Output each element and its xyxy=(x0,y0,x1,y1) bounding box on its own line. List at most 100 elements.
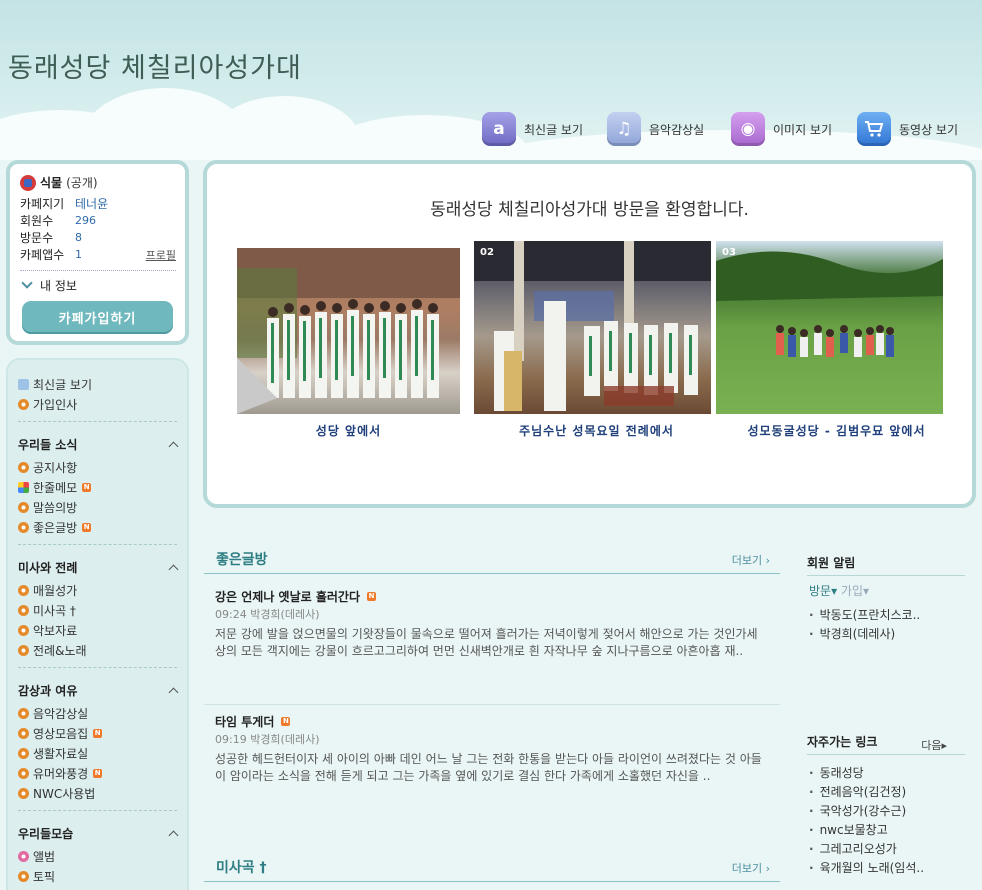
photo-caption[interactable]: 성당 앞에서 xyxy=(237,422,460,439)
board-title[interactable]: 미사곡 † xyxy=(216,857,267,877)
list-item[interactable]: 박동도(프란치스코.. xyxy=(809,605,921,624)
welcome-box: 동래성당 체칠리아성가대 방문을 환영합니다. 성당 앞에서 02 주님수난 성… xyxy=(203,160,976,508)
menu-item-monthly-hymn[interactable]: 매월성가 xyxy=(18,580,187,600)
nav-videos[interactable]: 동영상 보기 xyxy=(857,112,958,146)
list-item[interactable]: 박경희(데레사) xyxy=(809,624,920,643)
menu-item-mass-song[interactable]: 미사곡 † xyxy=(18,600,187,620)
menu-item-sheet-music[interactable]: 악보자료 xyxy=(18,620,187,640)
tab-join[interactable]: 가입▾ xyxy=(841,584,869,598)
menu-section-leisure[interactable]: 감상과 여유 xyxy=(18,680,187,700)
menu-item-humor[interactable]: 유머와풍경 N xyxy=(18,763,187,783)
nav-new-posts[interactable]: a 최신글 보기 xyxy=(482,112,583,146)
menu-item-memo[interactable]: 한줄메모 N xyxy=(18,477,187,497)
nav-images[interactable]: ◉ 이미지 보기 xyxy=(731,112,832,146)
cafe-level-icon xyxy=(20,174,36,191)
profile-row-visits: 방문수 8 xyxy=(20,231,82,245)
menu-section-mass[interactable]: 미사와 전례 xyxy=(18,557,187,577)
board-icon xyxy=(18,624,29,636)
group-photo-image xyxy=(716,251,943,357)
new-badge-icon: N xyxy=(367,592,377,601)
menu-item-good-writing[interactable]: 좋은글방 N xyxy=(18,517,187,537)
menu-section-news[interactable]: 우리들 소식 xyxy=(18,434,187,454)
menu-item-topic[interactable]: 토픽 xyxy=(18,866,187,886)
list-item[interactable]: 육개월의 노래(임석.. xyxy=(809,858,924,877)
menu-item-word[interactable]: 말씀의방 xyxy=(18,497,187,517)
menu-item-album[interactable]: 앨범 xyxy=(18,846,187,866)
board-title[interactable]: 좋은글방 xyxy=(216,549,268,569)
next-button[interactable]: 다음▸ xyxy=(921,737,947,753)
board-icon xyxy=(18,727,29,739)
nav-music-room[interactable]: ♫ 음악감상실 xyxy=(607,112,704,146)
post-title[interactable]: 강은 언제나 옛날로 흘러간다 N xyxy=(215,588,377,605)
menu-item-notice[interactable]: 공지사항 xyxy=(18,457,187,477)
chevron-up-icon[interactable] xyxy=(168,441,179,451)
menu-item-video[interactable]: 영상모음집 N xyxy=(18,723,187,743)
menu-item-nwc[interactable]: NWC사용법 xyxy=(18,783,187,803)
profile-row-apps: 카페앱수 1 프로필 xyxy=(20,247,176,263)
chevron-up-icon[interactable] xyxy=(168,830,179,840)
photo-choir-church[interactable] xyxy=(237,248,460,414)
profile-row-members: 회원수 296 xyxy=(20,214,96,228)
board-icon xyxy=(18,461,29,473)
menu-item-music-room[interactable]: 음악감상실 xyxy=(18,703,187,723)
board-icon xyxy=(18,644,29,656)
post-excerpt[interactable]: 성공한 헤드헌터이자 세 아이의 아빠 데인 어느 날 그는 전화 한통을 받는… xyxy=(215,751,767,785)
board-good-writing: 좋은글방 더보기 › xyxy=(204,544,780,574)
photo-holy-thursday[interactable]: 02 xyxy=(474,241,711,414)
site-title[interactable]: 동래성당 체칠리아성가대 xyxy=(8,46,302,85)
cafe-profile-box: 식물 (공개) 카페지기 테너윤 회원수 296 방문수 8 카페앱수 1 프로… xyxy=(6,160,189,345)
list-item[interactable]: nwc보물창고 xyxy=(809,820,924,839)
chevron-down-icon xyxy=(21,277,33,289)
welcome-title: 동래성당 체칠리아성가대 방문을 환영합니다. xyxy=(430,200,749,220)
nav-label: 최신글 보기 xyxy=(524,122,584,137)
nav-label: 이미지 보기 xyxy=(773,122,833,137)
app-count[interactable]: 1 xyxy=(75,248,82,261)
divider xyxy=(18,544,177,545)
more-link[interactable]: 더보기 › xyxy=(732,552,770,568)
menu-section-photos[interactable]: 우리들모습 xyxy=(18,823,187,843)
manager-link[interactable]: 테너윤 xyxy=(75,195,108,212)
list-item[interactable]: 국악성가(강수근) xyxy=(809,801,924,820)
nav-label: 음악감상실 xyxy=(649,122,705,137)
board-icon xyxy=(18,767,29,779)
divider xyxy=(18,421,177,422)
join-cafe-button[interactable]: 카페가입하기 xyxy=(22,301,173,334)
board-icon xyxy=(18,747,29,759)
list-item[interactable]: 그레고리오성가 xyxy=(809,839,924,858)
menu-item-life-data[interactable]: 생활자료실 xyxy=(18,743,187,763)
board-icon xyxy=(18,604,29,616)
photo-grotto-chapel[interactable]: 03 xyxy=(716,241,943,414)
board-icon xyxy=(18,707,29,719)
new-badge-icon: N xyxy=(93,728,103,738)
my-info-toggle[interactable]: 내 정보 xyxy=(20,277,176,293)
menu-item-new-posts[interactable]: 최신글 보기 xyxy=(18,374,187,394)
member-count[interactable]: 296 xyxy=(75,214,96,227)
links-list: 동래성당 전례음악(김건정) 국악성가(강수근) nwc보물창고 그레고리오성가… xyxy=(809,763,924,877)
cart-icon xyxy=(857,112,891,146)
cafe-menu: 최신글 보기 가입인사 우리들 소식 공지사항 한줄메모 N 말씀의방 좋은글방 N… xyxy=(6,358,189,890)
new-posts-icon xyxy=(18,378,29,390)
chevron-up-icon[interactable] xyxy=(168,687,179,697)
visit-count: 8 xyxy=(75,231,82,244)
menu-item-liturgy[interactable]: 전례&노래 xyxy=(18,640,187,660)
profile-link[interactable]: 프로필 xyxy=(146,247,176,263)
new-badge-icon: N xyxy=(82,482,92,492)
list-item[interactable]: 전례음악(김건정) xyxy=(809,782,924,801)
more-link[interactable]: 더보기 › xyxy=(732,860,770,876)
post-excerpt[interactable]: 저문 강에 발을 얹으면물의 기왓장들이 물속으로 떨어져 흘러가는 저녁이렇게… xyxy=(215,626,767,660)
divider xyxy=(18,810,177,811)
tab-visit[interactable]: 방문▾ xyxy=(809,584,837,598)
photo-caption[interactable]: 주님수난 성목요일 전례에서 xyxy=(478,422,715,439)
menu-item-greetings[interactable]: 가입인사 xyxy=(18,394,187,414)
cafe-header: 동래성당 체칠리아성가대 a 최신글 보기 ♫ 음악감상실 ◉ 이미지 보기 동… xyxy=(0,0,982,160)
chevron-up-icon[interactable] xyxy=(168,564,179,574)
list-item[interactable]: 동래성당 xyxy=(809,763,924,782)
board-icon xyxy=(18,584,29,596)
cafe-visibility: (공개) xyxy=(66,176,98,190)
post-title[interactable]: 타임 투게더 N xyxy=(215,713,291,730)
album-icon xyxy=(18,850,29,862)
new-badge-icon: N xyxy=(82,522,92,532)
profile-header: 식물 (공개) xyxy=(20,174,176,191)
photo-caption[interactable]: 성모동굴성당 - 김범우묘 앞에서 xyxy=(720,422,953,439)
new-posts-icon: a xyxy=(482,112,516,146)
